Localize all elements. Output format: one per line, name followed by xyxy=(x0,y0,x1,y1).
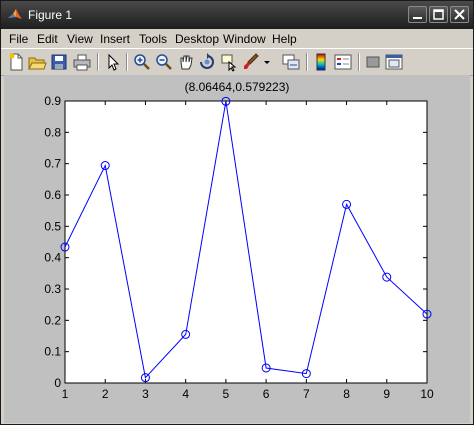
menu-edit[interactable]: Edit xyxy=(37,32,58,46)
print-figure-button[interactable] xyxy=(72,52,92,72)
insert-legend-button[interactable] xyxy=(333,52,353,72)
toolbar-separator xyxy=(126,53,128,71)
y-tick-label: 0.6 xyxy=(44,188,61,202)
y-tick-label: 0.9 xyxy=(44,94,61,108)
y-tick-label: 0.7 xyxy=(44,157,61,171)
show-plot-tools-button[interactable] xyxy=(384,52,404,72)
toolbar-separator xyxy=(306,53,308,71)
pan-button[interactable] xyxy=(176,52,196,72)
zoom-out-button[interactable] xyxy=(154,52,174,72)
menu-insert[interactable]: Insert xyxy=(100,32,130,46)
rotate-3d-button[interactable] xyxy=(197,52,217,72)
window-title: Figure 1 xyxy=(28,8,73,22)
hide-plot-tools-icon xyxy=(366,56,380,68)
menu-bar: File Edit View Insert Tools Desktop Wind… xyxy=(1,29,473,47)
figure-window: Figure 1 File Edit View Insert Tools Des… xyxy=(0,0,474,425)
maximize-button[interactable] xyxy=(429,6,448,23)
link-plot-button[interactable] xyxy=(281,52,301,72)
brush-button[interactable] xyxy=(241,52,261,72)
x-tick-label: 3 xyxy=(142,387,149,401)
save-figure-button[interactable] xyxy=(49,52,69,72)
edit-plot-button[interactable] xyxy=(103,52,123,72)
y-tick-label: 0 xyxy=(54,376,61,390)
colorbar-icon xyxy=(316,53,326,71)
minimize-button[interactable] xyxy=(408,6,427,23)
hide-plot-tools-button[interactable] xyxy=(363,52,383,72)
x-tick-label: 5 xyxy=(223,387,230,401)
y-tick-label: 0.5 xyxy=(44,219,61,233)
chevron-down-icon xyxy=(264,61,270,64)
figure-canvas[interactable]: (8.06464,0.579223) 0 0.1 0.2 0.3 0.4 0.5 0.6 0.… xyxy=(4,75,470,423)
x-tick-label: 4 xyxy=(182,387,189,401)
x-tick-label: 6 xyxy=(263,387,270,401)
y-tick-label: 0.4 xyxy=(44,251,61,265)
zoom-in-icon xyxy=(134,54,150,70)
data-cursor-button[interactable] xyxy=(219,52,239,72)
zoom-in-button[interactable] xyxy=(132,52,152,72)
toolbar-separator xyxy=(358,53,360,71)
x-tick-label: 1 xyxy=(62,387,69,401)
arrow-cursor-icon xyxy=(108,53,120,71)
rotate-3d-icon xyxy=(200,53,214,69)
menu-file[interactable]: File xyxy=(9,32,28,46)
x-tick-label: 7 xyxy=(303,387,310,401)
figure-toolbar xyxy=(1,48,473,76)
menu-view[interactable]: View xyxy=(67,32,93,46)
maximize-icon xyxy=(433,9,444,20)
brush-icon xyxy=(244,53,259,69)
zoom-out-icon xyxy=(156,54,172,70)
matlab-logo-icon xyxy=(8,9,22,19)
pan-hand-icon xyxy=(180,55,193,70)
save-disk-icon xyxy=(51,54,67,70)
menu-help[interactable]: Help xyxy=(272,32,297,46)
x-tick-label: 9 xyxy=(383,387,390,401)
printer-icon xyxy=(73,54,91,71)
insert-colorbar-button[interactable] xyxy=(311,52,331,72)
y-tick-label: 0.2 xyxy=(44,313,61,327)
x-tick-label: 10 xyxy=(420,387,434,401)
open-folder-icon xyxy=(28,57,47,70)
new-figure-button[interactable] xyxy=(6,52,26,72)
link-plot-icon xyxy=(282,54,300,70)
data-cursor-icon xyxy=(221,54,237,72)
minimize-icon xyxy=(413,17,422,19)
line-plot[interactable]: 0 0.1 0.2 0.3 0.4 0.5 0.6 0.7 0.8 0.9 1 2 3 4 5 6 7 8 9 10 xyxy=(4,75,470,423)
show-plot-tools-icon xyxy=(385,54,403,70)
brush-dropdown-button[interactable] xyxy=(261,52,273,72)
legend-icon xyxy=(334,54,352,70)
close-button[interactable] xyxy=(450,6,469,23)
menu-tools[interactable]: Tools xyxy=(139,32,167,46)
y-tick-label: 0.1 xyxy=(44,345,61,359)
y-tick-label: 0.3 xyxy=(44,282,61,296)
menu-window[interactable]: Window xyxy=(223,32,266,46)
title-bar[interactable]: Figure 1 xyxy=(1,1,473,29)
toolbar-separator xyxy=(97,53,99,71)
open-file-button[interactable] xyxy=(27,52,47,72)
new-file-icon xyxy=(9,53,23,71)
menu-desktop[interactable]: Desktop xyxy=(175,32,219,46)
y-tick-label: 0.8 xyxy=(44,125,61,139)
close-icon xyxy=(454,9,465,20)
x-tick-label: 2 xyxy=(102,387,109,401)
x-tick-label: 8 xyxy=(343,387,350,401)
